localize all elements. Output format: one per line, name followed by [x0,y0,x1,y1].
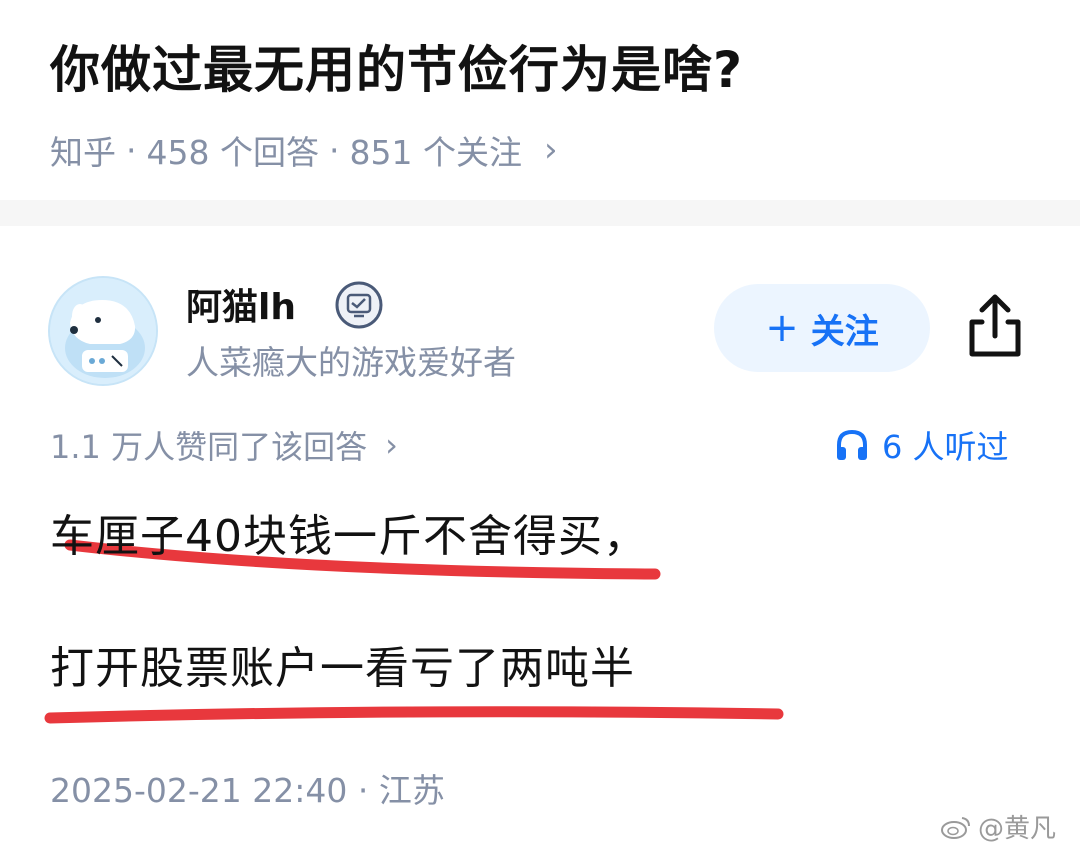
red-underline-annotations [44,539,784,724]
watermark: @黄凡 [940,808,1056,845]
weibo-icon [941,816,970,839]
answer-line: 打开股票账户一看亏了两吨半 [50,643,635,694]
answer-line: 车厘子40块钱一斤不舍得买， [50,511,648,562]
watermark-text: @黄凡 [978,814,1057,844]
answer-date-location: 2025-02-21 22:40 · 江苏 [50,771,445,810]
zhihu-answer-screen: 你做过最无用的节俭行为是啥? 知乎 · 458 个回答 · 851 个关注 › … [0,0,1080,854]
